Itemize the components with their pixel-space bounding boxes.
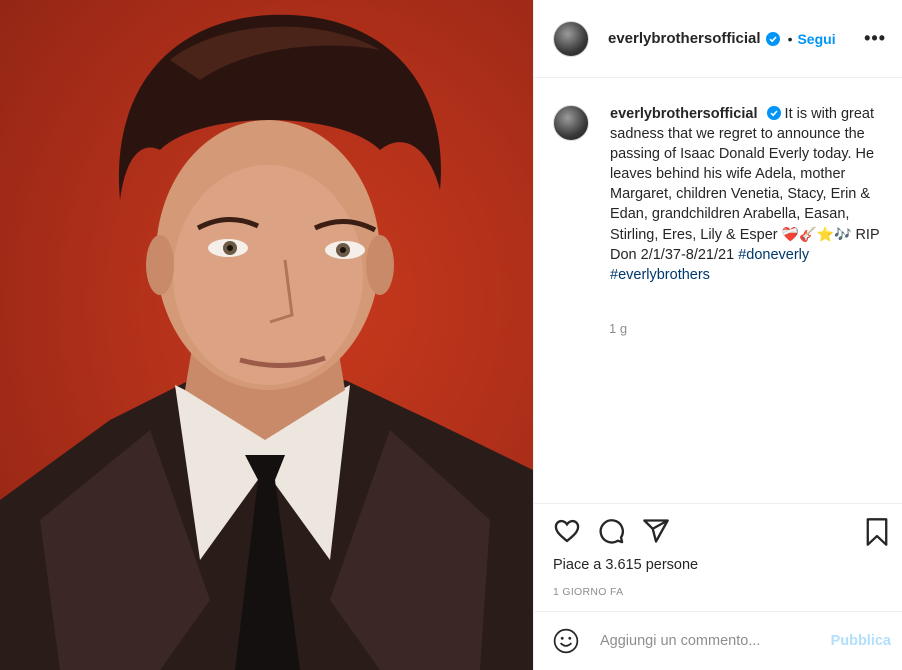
comment-input[interactable] — [598, 632, 822, 650]
caption-username[interactable]: everlybrothersofficial — [610, 106, 757, 122]
comment-icon[interactable] — [597, 517, 625, 545]
post-time-ago: 1 GIORNO FA — [553, 586, 624, 598]
emoji-icon[interactable] — [553, 628, 579, 654]
star-emoji: ⭐ — [816, 226, 834, 242]
divider — [534, 503, 902, 504]
caption-body: It is with great sadness that we regret … — [610, 106, 875, 243]
post-side-panel: everlybrothersofficial • Segui ••• everl… — [533, 0, 902, 670]
avatar[interactable] — [553, 20, 589, 57]
publish-button[interactable]: Pubblica — [831, 633, 891, 649]
more-options-icon[interactable]: ••• — [864, 28, 886, 49]
caption-text: everlybrothersofficial It is with great … — [610, 104, 888, 285]
caption-block: everlybrothersofficial It is with great … — [553, 104, 889, 285]
header-username[interactable]: everlybrothersofficial — [608, 30, 761, 47]
heart-icon[interactable] — [553, 517, 581, 545]
verified-badge-icon — [766, 106, 781, 120]
caption-timestamp: 1 g — [609, 321, 628, 336]
likes-count[interactable]: Piace a 3.615 persone — [553, 557, 698, 573]
music-notes-emoji: 🎶 — [833, 226, 852, 242]
guitar-emoji: 🎸 — [799, 226, 817, 242]
action-bar — [553, 517, 891, 547]
instagram-post: everlybrothersofficial • Segui ••• everl… — [0, 0, 902, 670]
share-icon[interactable] — [642, 517, 670, 545]
hashtag-link[interactable]: #everlybrothers — [610, 267, 710, 283]
hashtag-link[interactable]: #doneverly — [738, 247, 809, 263]
verified-badge-icon — [765, 31, 780, 46]
follow-button[interactable]: Segui — [797, 31, 835, 47]
mending-heart-emoji: ❤️‍🩹 — [781, 226, 800, 242]
save-icon[interactable] — [863, 517, 891, 547]
post-photo[interactable] — [0, 0, 533, 670]
caption-avatar[interactable] — [553, 105, 589, 141]
post-header: everlybrothersofficial • Segui — [534, 0, 902, 78]
portrait-illustration — [0, 14, 533, 670]
comment-bar: Pubblica — [534, 612, 902, 670]
separator-dot: • — [787, 30, 793, 47]
